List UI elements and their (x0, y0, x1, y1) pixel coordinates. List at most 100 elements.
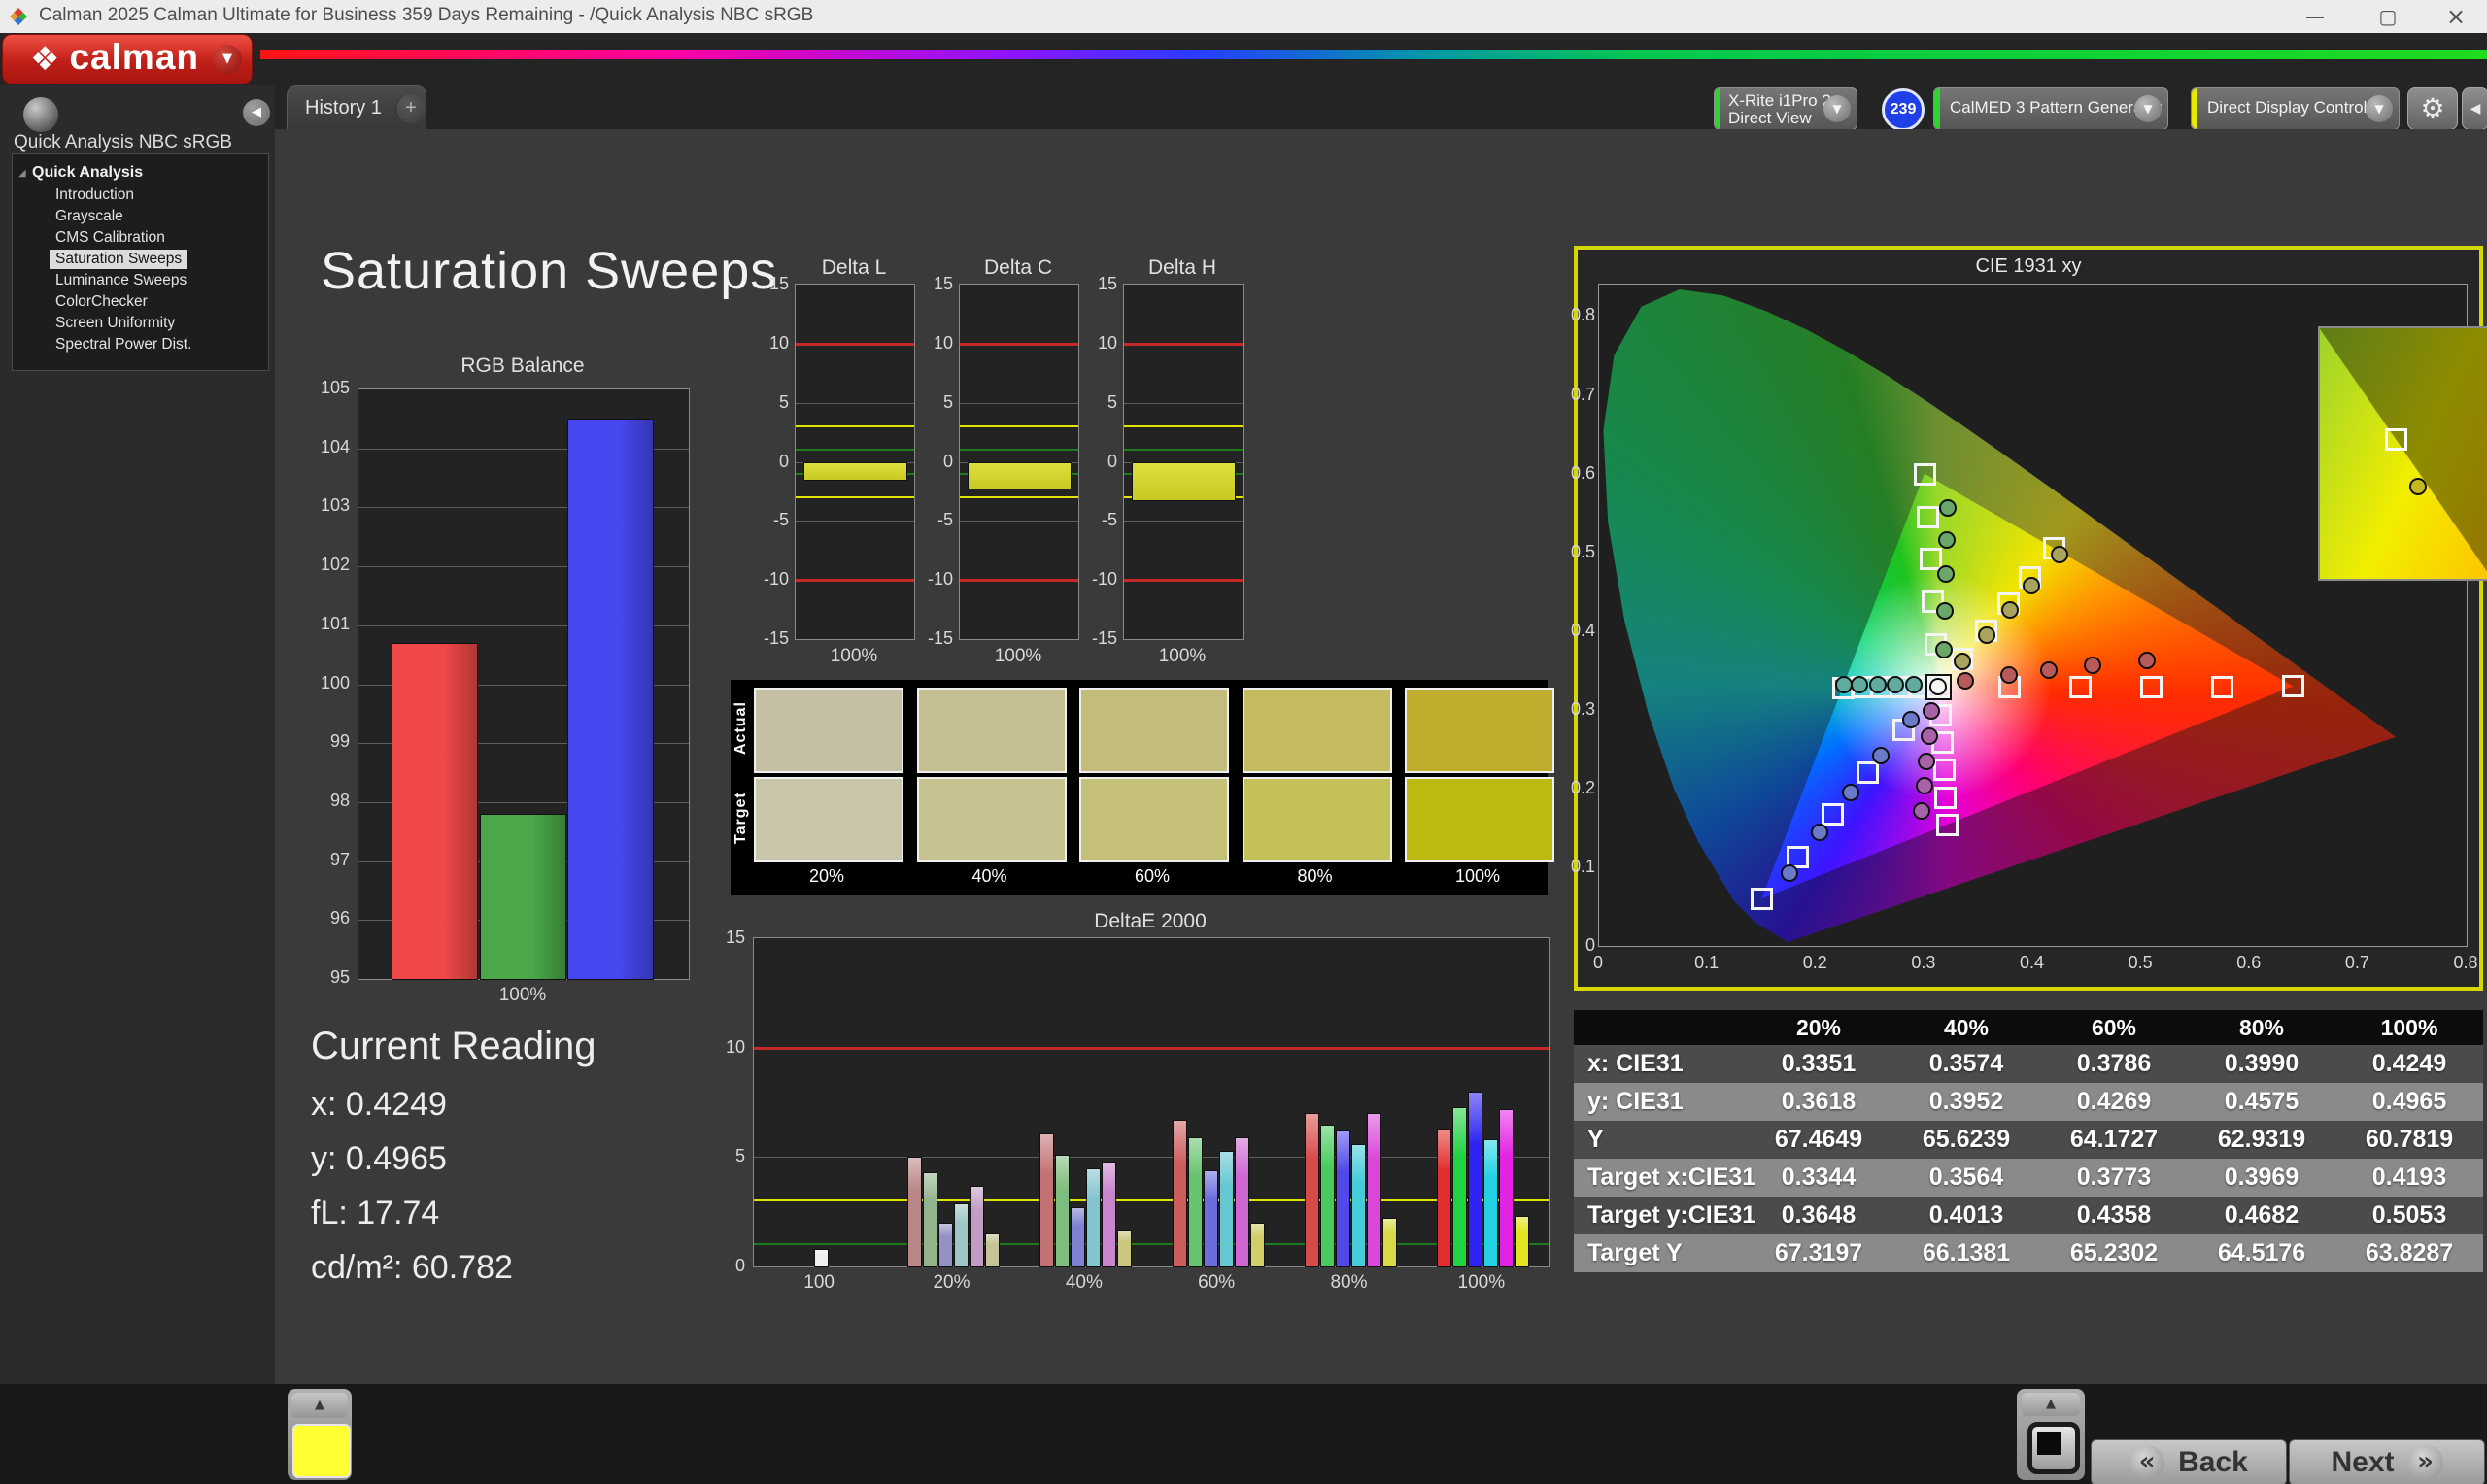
table-row-label: Target x:CIE31 (1587, 1164, 1756, 1191)
deltae-bar (1320, 1124, 1335, 1267)
add-tab-button[interactable]: + (394, 93, 426, 123)
swatch-col-label: 40% (971, 866, 1007, 886)
cie-1931-panel[interactable]: CIE 1931 xy 0 0.1 0.2 0.3 0.4 0.5 0.6 0.7 0.8 0 0.… (1571, 246, 2487, 991)
sidebar-item-luminance-sweeps[interactable]: Luminance Sweeps (50, 271, 192, 290)
table-value-cell: 0.3990 (2224, 1050, 2300, 1077)
table-value-cell: 0.4358 (2076, 1201, 2152, 1229)
table-value-cell: 0.4682 (2224, 1201, 2300, 1229)
restore-button[interactable]: ▢ (2366, 2, 2410, 31)
cie-measured-red (1999, 666, 2018, 685)
back-button[interactable]: « Back (2091, 1439, 2287, 1484)
table-value-cell: 0.5053 (2371, 1201, 2447, 1229)
tree-root-node[interactable]: Quick Analysis (32, 164, 143, 182)
limit-line-yellow (796, 425, 914, 427)
deltae-bar (938, 1222, 953, 1267)
meter-dropdown[interactable]: X-Rite i1Pro 2 Direct View ▼ (1714, 87, 1857, 130)
cie-measured-magenta (1918, 752, 1936, 770)
meter-reading-badge[interactable]: 239 (1882, 88, 1925, 131)
sidebar-item-colorchecker[interactable]: ColorChecker (50, 292, 153, 312)
de-x-label: 100% (1457, 1272, 1506, 1293)
meter-dropdown-icon: ▼ (1823, 95, 1851, 122)
tab-history[interactable]: History 1 + (287, 85, 426, 130)
next-button[interactable]: Next » (2289, 1439, 2485, 1484)
pattern-panel-up-icon[interactable]: ▲ (291, 1393, 348, 1418)
rgb-bar-red (392, 643, 478, 980)
minimize-button[interactable]: — (2293, 2, 2337, 31)
cie-measured-magenta (1920, 726, 1938, 745)
calman-app-icon (10, 8, 27, 25)
delta-bar (803, 461, 907, 481)
sidebar-item-screen-uniformity[interactable]: Screen Uniformity (50, 314, 181, 333)
meter-name: X-Rite i1Pro 2 (1728, 91, 1831, 110)
cie-measured-yellow (1977, 625, 1995, 644)
deltae-bar (1218, 1150, 1234, 1267)
deltae-title: DeltaE 2000 (1094, 910, 1207, 932)
calman-logo-text: calman (69, 37, 199, 77)
workflow-tree: ◢ Quick Analysis Introduction Grayscale CM… (12, 153, 269, 371)
table-row-label: Target Y (1587, 1239, 1683, 1266)
swatch-row-label-target: Target (732, 792, 749, 844)
workflow-orb-button[interactable] (23, 97, 58, 132)
limit-line-green (1124, 449, 1243, 452)
sidebar-item-spectral-power-dist-[interactable]: Spectral Power Dist. (50, 335, 197, 354)
table-row: Target Y 67.3197 66.1381 65.2302 64.5176 63.8… (1574, 1234, 2483, 1272)
delta-ytick: 0 (942, 451, 953, 471)
sidebar-item-introduction[interactable]: Introduction (50, 186, 140, 205)
cie-ytick: 0.2 (1570, 777, 1595, 797)
cie-ytick: 0 (1584, 935, 1595, 955)
limit-green-line (754, 1243, 1549, 1246)
meter-mode: Direct View (1728, 109, 1812, 127)
table-row-label: y: CIE31 (1587, 1088, 1684, 1115)
rainbow-stripe (260, 50, 2487, 59)
toolbar-collapse-icon[interactable]: ◀ (2462, 87, 2487, 130)
tree-expander-icon[interactable]: ◢ (18, 168, 26, 179)
cie-ytick: 0.8 (1570, 305, 1595, 325)
cie-measured-red (1957, 671, 1975, 690)
deltae-bar (907, 1157, 922, 1267)
menu-dropdown-icon: ▼ (213, 45, 242, 74)
delta-x-label: 100% (830, 646, 878, 666)
table-value-cell: 0.4193 (2371, 1164, 2447, 1191)
sidebar-item-saturation-sweeps[interactable]: Saturation Sweeps (50, 250, 188, 269)
delta-ytick: -10 (1091, 569, 1117, 590)
sidebar-item-cms-calibration[interactable]: CMS Calibration (50, 228, 171, 248)
table-row: Y 67.4649 65.6239 64.1727 62.9319 60.7819 (1574, 1121, 2483, 1159)
target-swatch-80% (1242, 777, 1392, 862)
next-chevron-icon: » (2407, 1445, 2443, 1480)
target-swatch-20% (754, 777, 903, 862)
active-pattern-swatch[interactable] (292, 1424, 351, 1478)
cie-xtick: 0 (1592, 953, 1603, 972)
pattern-generator-dropdown[interactable]: CalMED 3 Pattern Generator ▼ (1933, 87, 2168, 130)
table-header-cell: 40% (1943, 1015, 1990, 1040)
close-button[interactable]: × (2434, 2, 2478, 31)
limit-line-yellow (1124, 425, 1243, 427)
cie-title: CIE 1931 xy (1975, 255, 2082, 277)
rgb-ytick: 99 (329, 731, 350, 752)
actual-swatch-80% (1242, 688, 1392, 773)
page-title: Saturation Sweeps (321, 242, 778, 300)
display-control-dropdown[interactable]: Direct Display Control ▼ (2191, 87, 2400, 130)
rgb-ytick: 98 (329, 790, 350, 810)
table-value-cell: 0.4575 (2224, 1088, 2300, 1115)
cie-xtick: 0.4 (2019, 953, 2045, 972)
table-value-cell: 67.4649 (1774, 1126, 1863, 1153)
transport-panel-up-icon[interactable]: ▲ (2022, 1393, 2080, 1416)
settings-gear-icon[interactable]: ⚙ (2407, 87, 2458, 130)
table-value-cell: 65.6239 (1922, 1126, 2011, 1153)
sidebar-collapse-icon[interactable]: ◀ (243, 99, 270, 126)
table-value-cell: 65.2302 (2069, 1239, 2159, 1266)
cie-ytick: 0.4 (1570, 620, 1595, 640)
cie-inset-out-of-gamut-shade (2320, 328, 2487, 579)
app-header: ❖ calman ▼ (0, 33, 2487, 85)
cie-target-blue (1822, 803, 1845, 826)
calman-menu-button[interactable]: ❖ calman ▼ (2, 34, 253, 84)
de-x-label: 60% (1198, 1272, 1236, 1293)
de-gridline (754, 1157, 1549, 1159)
deltae-bar (1172, 1120, 1187, 1267)
table-value-cell: 0.3648 (1781, 1201, 1857, 1229)
table-row: Target x:CIE31 0.3344 0.3564 0.3773 0.3969 0.… (1574, 1159, 2483, 1197)
cie-zoom-inset (2318, 326, 2487, 581)
swatch-col-label: 20% (808, 866, 845, 886)
rgb-ytick: 101 (320, 613, 350, 633)
sidebar-item-grayscale[interactable]: Grayscale (50, 207, 129, 226)
